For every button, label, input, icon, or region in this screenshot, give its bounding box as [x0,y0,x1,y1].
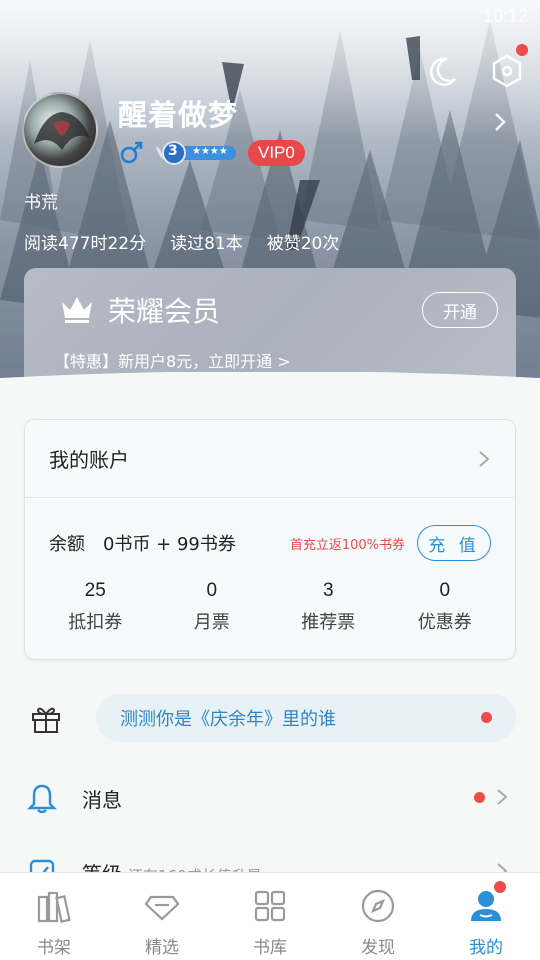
ticket-count: 25 [84,580,106,601]
bell-icon [27,784,57,814]
username[interactable]: 醒着做梦 [118,92,238,134]
account-card: 我的账户 余额 0书币 + 99书券 首充立返100%书券 充 值 25 抵扣券… [24,419,516,660]
messages-label: 消息 [82,788,122,812]
gift-icon [32,707,60,733]
ticket-label: 抵扣券 [68,612,123,633]
level-badge[interactable]: 3 ★★★★ [154,140,238,166]
chevron-right-icon [479,450,490,467]
recharge-promo: 首充立返100%书券 [289,537,405,553]
tab-label: 我的 [469,938,503,958]
likes-count: 被赞20次 [266,234,340,254]
tab-label: 书库 [253,938,287,958]
ticket-count: 0 [439,580,451,601]
ticket-label: 优惠券 [417,612,472,633]
mine-alert-dot [494,881,506,893]
bookshelf-icon [37,891,71,923]
account-header[interactable]: 我的账户 [25,420,515,498]
chevron-right-icon [497,789,508,805]
moon-icon [430,57,456,86]
ticket-row: 25 抵扣券 0 月票 3 推荐票 0 优惠券 [25,580,515,634]
vip-open-button[interactable]: 开通 [422,292,498,328]
tab-label: 书架 [37,938,71,958]
quiz-alert-dot [481,712,492,723]
tab-label: 发现 [361,938,395,958]
ticket-coupon[interactable]: 0 优惠券 [387,580,504,634]
settings-alert-dot [516,44,528,56]
ticket-label: 月票 [193,612,230,633]
vip-title: 荣耀会员 [108,295,221,328]
avatar[interactable] [22,92,98,168]
balance-row: 余额 0书币 + 99书券 首充立返100%书券 充 值 [25,498,515,588]
crown-icon [62,297,92,323]
header-curve [0,372,540,412]
tab-featured[interactable]: 精选 [108,873,216,960]
night-mode-button[interactable] [420,50,464,94]
quiz-row: 测测你是《庆余年》里的谁 [0,694,540,742]
tab-discover[interactable]: 发现 [324,873,432,960]
ticket-count: 3 [322,580,334,601]
settings-hex-icon [492,54,522,88]
vip-badge[interactable]: VIP0 [248,140,305,166]
reader-tag: 书荒 [24,193,58,213]
quiz-banner[interactable]: 测测你是《庆余年》里的谁 [96,694,516,742]
badge-row: 3 ★★★★ VIP0 [118,140,305,166]
tab-bookshelf[interactable]: 书架 [0,873,108,960]
books-read: 读过81本 [170,234,243,254]
chevron-right-icon[interactable] [490,110,510,134]
account-title: 我的账户 [49,448,129,472]
tab-library[interactable]: 书库 [216,873,324,960]
settings-button[interactable] [484,44,530,94]
status-time: 10:12 [482,6,528,26]
balance-value: 0书币 + 99书券 [103,534,236,555]
grid-icon [254,890,286,922]
ticket-monthly[interactable]: 0 月票 [154,580,271,634]
male-gender-icon [120,141,143,164]
reading-stats: 阅读477时22分 读过81本 被赞20次 [24,229,363,254]
tab-label: 精选 [145,938,179,958]
tab-mine[interactable]: 我的 [432,873,540,960]
messages-alert-dot [474,792,485,803]
vip-promo-link[interactable]: 【特惠】新用户8元，立即开通 > [54,348,291,372]
recharge-button[interactable]: 充 值 [417,525,491,561]
quiz-text: 测测你是《庆余年》里的谁 [120,709,336,730]
ticket-deduction[interactable]: 25 抵扣券 [37,580,154,634]
ticket-recommend[interactable]: 3 推荐票 [270,580,387,634]
level-stars: ★★★★ [192,146,228,157]
level-number: 3 [168,143,178,159]
diamond-icon [144,895,180,921]
ticket-label: 推荐票 [301,612,356,633]
reading-time: 阅读477时22分 [24,234,147,254]
bottom-tab-bar: 书架 精选 书库 发现 我的 [0,872,540,960]
compass-icon [361,889,395,923]
ticket-count: 0 [206,580,218,601]
balance-label: 余额 [49,534,85,555]
messages-row[interactable]: 消息 [0,768,540,828]
